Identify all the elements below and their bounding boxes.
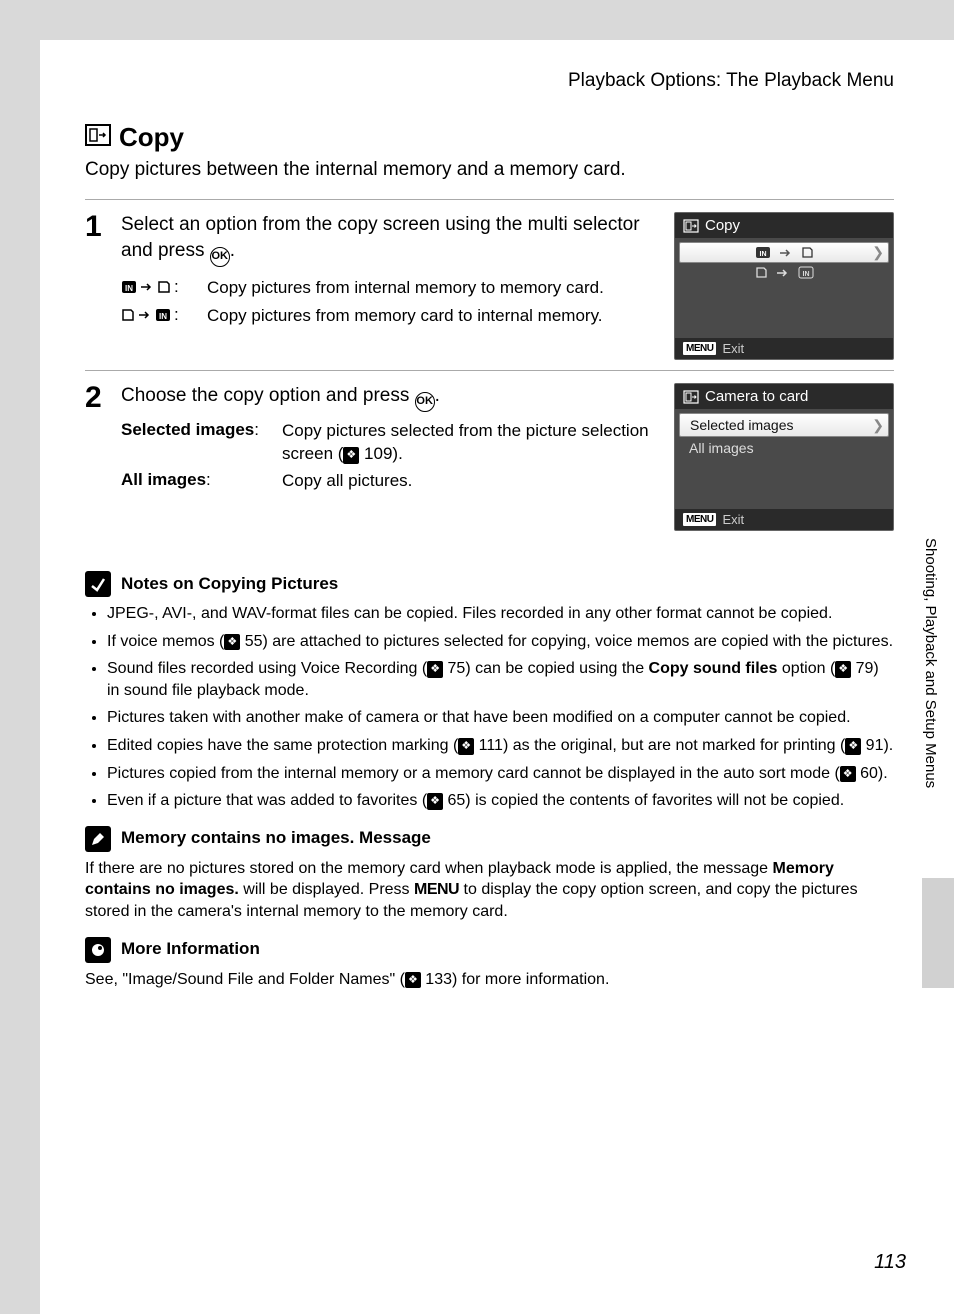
arrow-right-icon: [138, 310, 152, 320]
note-item: Pictures taken with another make of came…: [107, 707, 894, 729]
card-icon: [801, 246, 814, 259]
internal-memory-icon: IN: [798, 266, 814, 279]
step-text: Select an option from the copy screen us…: [121, 212, 662, 267]
chevron-right-icon: ❯: [872, 417, 884, 434]
note-item: Even if a picture that was added to favo…: [107, 790, 894, 812]
card-icon: [157, 280, 171, 294]
note-item: Sound files recorded using Voice Recordi…: [107, 658, 894, 701]
more-info-body: See, "Image/Sound File and Folder Names"…: [85, 969, 894, 991]
step-text: Choose the copy option and press OK.: [121, 383, 662, 412]
lcd-option-mem-to-card: IN ❯: [679, 242, 889, 263]
page-ref-icon: ❖: [840, 766, 856, 783]
direction-mem-to-card: IN : Copy pictures from internal memory …: [121, 277, 662, 299]
step-number: 2: [85, 383, 107, 531]
svg-text:IN: IN: [802, 271, 809, 278]
note-item: JPEG-, AVI-, and WAV-format files can be…: [107, 603, 894, 625]
internal-memory-icon: IN: [121, 280, 137, 294]
card-icon: [755, 266, 768, 279]
lcd-option-selected: Selected images ❯: [679, 413, 889, 437]
page-ref-icon: ❖: [405, 972, 421, 989]
page-ref-icon: ❖: [427, 793, 443, 810]
copy-icon: [683, 219, 699, 233]
lcd-footer-text: Exit: [722, 341, 744, 356]
memory-note-body: If there are no pictures stored on the m…: [85, 858, 894, 923]
lcd-option-card-to-mem: IN: [679, 263, 889, 282]
copy-icon: [85, 122, 111, 153]
intro-text: Copy pictures between the internal memor…: [85, 159, 894, 181]
def-all-images: All images Copy all pictures.: [121, 470, 662, 493]
lcd-screenshot-1: Copy IN ❯ IN: [674, 212, 894, 360]
ok-icon: OK: [210, 247, 230, 267]
pencil-icon: [85, 826, 111, 852]
def-selected-images: Selected images Copy pictures selected f…: [121, 420, 662, 466]
memory-note-heading: Memory contains no images. Message: [85, 826, 894, 852]
def-desc: Copy all pictures.: [282, 470, 662, 493]
notes-list: JPEG-, AVI-, and WAV-format files can be…: [85, 603, 894, 812]
step-2: 2 Choose the copy option and press OK. S…: [85, 383, 894, 531]
ok-icon: OK: [415, 392, 435, 412]
def-desc: Copy pictures selected from the picture …: [282, 420, 662, 466]
card-icon: [121, 308, 135, 322]
menu-text-icon: MENU: [414, 881, 459, 898]
step-number: 1: [85, 212, 107, 360]
page-ref-icon: ❖: [224, 634, 240, 651]
info-icon: [85, 937, 111, 963]
chapter-title: Playback Options: The Playback Menu: [85, 70, 894, 92]
divider: [85, 199, 894, 200]
def-term: Selected images: [121, 420, 276, 440]
more-info-heading: More Information: [85, 937, 894, 963]
chevron-right-icon: ❯: [872, 244, 884, 261]
direction-card-to-mem: IN : Copy pictures from memory card to i…: [121, 305, 662, 327]
top-gutter: [0, 0, 954, 40]
page-ref-icon: ❖: [343, 447, 359, 464]
direction-desc: Copy pictures from internal memory to me…: [207, 277, 662, 299]
lcd-footer-text: Exit: [722, 512, 744, 527]
lcd-option-all: All images: [679, 437, 889, 459]
step-1: 1 Select an option from the copy screen …: [85, 212, 894, 360]
def-term: All images: [121, 470, 276, 490]
side-tab-thumb: [922, 878, 954, 988]
arrow-right-icon: [140, 282, 154, 292]
copy-icon: [683, 390, 699, 404]
divider: [85, 370, 894, 371]
caution-icon: [85, 571, 111, 597]
lcd-screenshot-2: Camera to card Selected images ❯ All ima…: [674, 383, 894, 531]
page-heading: Copy: [85, 122, 894, 153]
page-ref-icon: ❖: [458, 738, 474, 755]
svg-text:IN: IN: [159, 312, 167, 321]
menu-badge: MENU: [683, 342, 716, 355]
internal-memory-icon: IN: [755, 246, 771, 259]
page-ref-icon: ❖: [427, 661, 443, 678]
svg-text:IN: IN: [125, 284, 133, 293]
note-item: Pictures copied from the internal memory…: [107, 763, 894, 785]
lcd-title: Camera to card: [705, 388, 808, 405]
left-gutter: [0, 0, 40, 1314]
page-ref-icon: ❖: [845, 738, 861, 755]
note-item: If voice memos (❖ 55) are attached to pi…: [107, 631, 894, 653]
direction-desc: Copy pictures from memory card to intern…: [207, 305, 662, 327]
arrow-right-icon: [779, 248, 793, 258]
arrow-right-icon: [776, 268, 790, 278]
menu-badge: MENU: [683, 513, 716, 526]
internal-memory-icon: IN: [155, 308, 171, 322]
page-ref-icon: ❖: [835, 661, 851, 678]
notes-heading: Notes on Copying Pictures: [85, 571, 894, 597]
lcd-title: Copy: [705, 217, 740, 234]
note-item: Edited copies have the same protection m…: [107, 735, 894, 757]
page-number: 113: [874, 1251, 906, 1274]
side-tab-label: Shooting, Playback and Setup Menus: [922, 530, 939, 878]
heading-text: Copy: [119, 122, 184, 153]
svg-text:IN: IN: [759, 251, 766, 258]
side-tab: Shooting, Playback and Setup Menus: [922, 530, 954, 970]
